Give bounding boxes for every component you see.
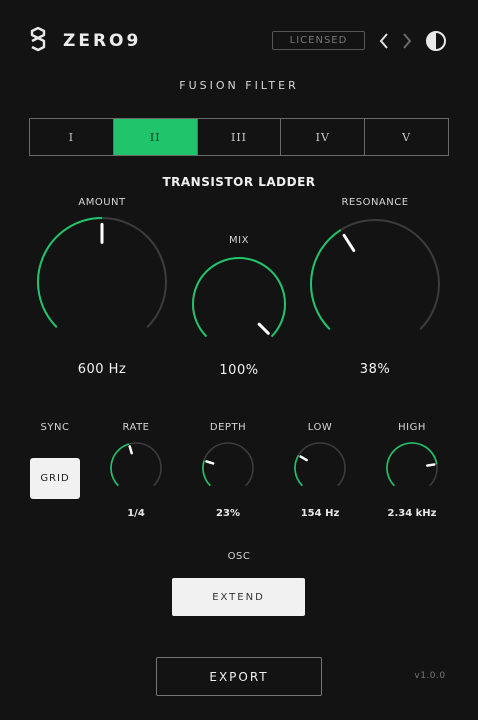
filter-mode-selector: I II III IV V — [29, 118, 449, 156]
knob-indicator — [128, 445, 133, 455]
knob-value-arc — [202, 460, 211, 487]
brand-name: ZERO9 — [63, 31, 142, 51]
knob-indicator — [426, 463, 436, 467]
depth-knob[interactable] — [199, 439, 257, 497]
filter-mode-tab[interactable]: IV — [281, 119, 366, 155]
filter-mode-tab[interactable]: I — [30, 119, 114, 155]
filter-type-title: TRANSISTOR LADDER — [162, 175, 316, 189]
rate-value: 1/4 — [127, 508, 145, 519]
knob-value-arc — [37, 217, 103, 328]
mix-knob[interactable] — [189, 254, 289, 354]
knob-track — [294, 442, 346, 487]
knob-track — [202, 442, 254, 487]
knob-value-arc — [192, 257, 286, 338]
mix-label: MIX — [229, 235, 249, 246]
knob-value-arc — [310, 229, 342, 330]
resonance-label: RESONANCE — [341, 197, 409, 208]
resonance-value: 38% — [359, 362, 391, 377]
knob-indicator — [342, 233, 356, 252]
amount-knob[interactable] — [34, 214, 170, 350]
mix-value: 100% — [219, 363, 259, 378]
low-knob[interactable] — [291, 439, 349, 497]
high-value: 2.34 kHz — [387, 508, 437, 519]
knob-value-arc — [110, 443, 130, 487]
high-label: HIGH — [398, 422, 426, 433]
filter-mode-tab[interactable]: V — [365, 119, 448, 155]
chevron-right-icon[interactable] — [400, 32, 414, 50]
version-label: v1.0.0 — [414, 671, 446, 681]
section-title: FUSION FILTER — [179, 79, 299, 92]
license-badge: LICENSED — [272, 31, 365, 50]
rate-knob[interactable] — [107, 439, 165, 497]
export-button[interactable]: EXPORT — [156, 657, 322, 696]
filter-mode-tab[interactable]: II — [113, 119, 198, 155]
knob-value-arc — [294, 454, 303, 487]
grid-button[interactable]: GRID — [30, 458, 80, 499]
theme-toggle-icon[interactable] — [425, 30, 447, 52]
resonance-knob[interactable] — [307, 216, 443, 352]
knob-indicator — [257, 322, 270, 335]
osc-label: OSC — [227, 551, 251, 562]
knob-track — [310, 219, 440, 330]
depth-value: 23% — [216, 508, 240, 519]
low-value: 154 Hz — [300, 508, 340, 519]
high-knob[interactable] — [383, 439, 441, 497]
logo-icon — [30, 27, 46, 52]
extend-button[interactable]: EXTEND — [172, 578, 305, 616]
amount-label: AMOUNT — [78, 197, 126, 208]
filter-mode-tab[interactable]: III — [198, 119, 282, 155]
knob-indicator — [299, 455, 308, 462]
amount-value: 600 Hz — [77, 362, 127, 377]
plugin-window: ZERO9 LICENSED FUSION FILTER I II III IV… — [0, 0, 478, 720]
knob-indicator — [205, 460, 215, 465]
chevron-left-icon[interactable] — [377, 32, 391, 50]
